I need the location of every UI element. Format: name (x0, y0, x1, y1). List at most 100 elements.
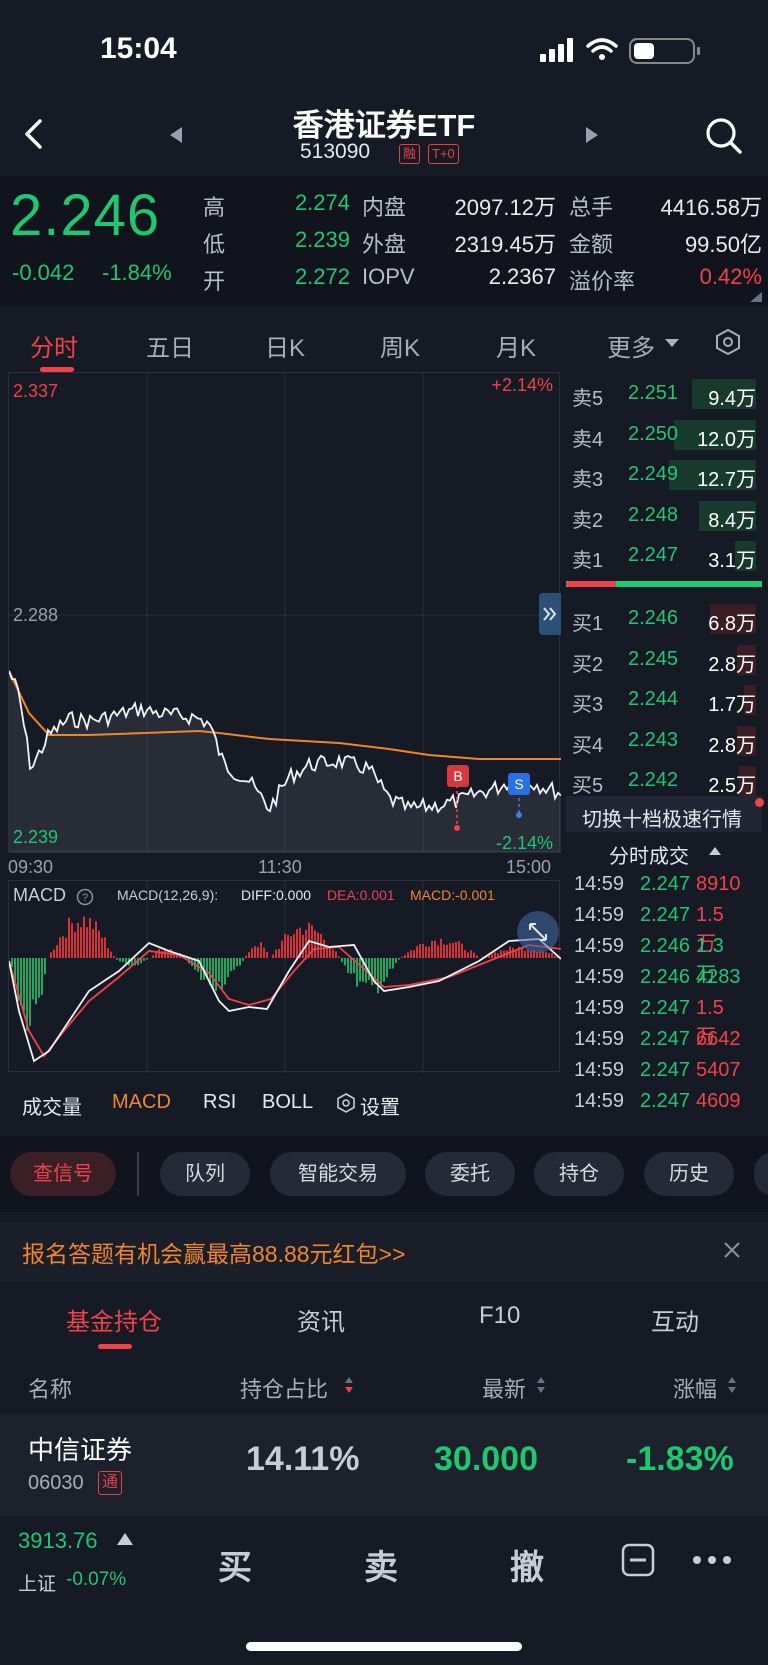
macd-histogram-bar (80, 927, 82, 958)
ask-row-3[interactable]: 卖3 2.249 12.7万 (572, 455, 762, 495)
macd-histogram-bar (281, 940, 283, 958)
bid-row-5[interactable]: 买5 2.242 2.5万 (572, 761, 762, 801)
more-icon[interactable] (692, 1550, 732, 1570)
x-mid-label: 11:30 (258, 857, 302, 877)
macd-histogram-bar (245, 955, 247, 958)
holding-row[interactable]: 中信证券 06030 通 14.11% 30.000 -1.83% (0, 1414, 768, 1516)
expand-orderbook-button[interactable] (539, 593, 561, 635)
level-label: 买5 (572, 775, 604, 797)
col-latest[interactable]: 最新 (482, 1372, 526, 1404)
macd-histogram-bar (212, 958, 214, 990)
macd-value: MACD:-0.001 (410, 887, 495, 903)
history-button[interactable]: 历史 (644, 1152, 734, 1196)
macd-histogram-bar (65, 937, 67, 958)
bid-row-2[interactable]: 买2 2.245 2.8万 (572, 640, 762, 680)
col-change[interactable]: 涨幅 (673, 1372, 717, 1404)
tab-f10[interactable]: F10 (479, 1302, 520, 1330)
home-indicator (246, 1642, 522, 1651)
indicator-macd[interactable]: MACD (112, 1091, 171, 1114)
indicator-rsi[interactable]: RSI (203, 1091, 236, 1114)
sell-signal-marker[interactable]: S (508, 773, 530, 795)
amount-value: 99.50亿 (684, 232, 762, 257)
fullscreen-button[interactable] (517, 911, 559, 953)
index-value[interactable]: 3913.76 (18, 1528, 98, 1554)
tab-fund-holdings[interactable]: 基金持仓 (66, 1302, 162, 1337)
expand-corner-icon[interactable] (750, 292, 762, 302)
bid-row-3[interactable]: 买3 2.244 1.7万 (572, 680, 762, 720)
macd-histogram-bar (119, 958, 121, 962)
level-label: 卖5 (572, 388, 604, 410)
macd-histogram-bar (35, 958, 37, 1005)
tab-news[interactable]: 资讯 (297, 1302, 345, 1337)
ask-row-2[interactable]: 卖2 2.248 8.4万 (572, 496, 762, 536)
ask-row-4[interactable]: 卖4 2.250 12.0万 (572, 415, 762, 455)
minimize-icon[interactable] (620, 1542, 656, 1578)
positions-button[interactable]: 持仓 (534, 1152, 624, 1196)
tab-five-day[interactable]: 五日 (146, 328, 194, 363)
macd-histogram-bar (413, 950, 415, 958)
indicator-volume[interactable]: 成交量 (22, 1091, 82, 1120)
next-stock-icon[interactable] (584, 126, 600, 144)
ask-row-5[interactable]: 卖5 2.251 9.4万 (572, 374, 762, 414)
ticks-title[interactable]: 分时成交 (609, 840, 689, 869)
smart-trade-button[interactable]: 智能交易 (270, 1152, 406, 1196)
iopv-value: 2.2367 (488, 264, 556, 289)
inner-label: 内盘 (362, 195, 407, 220)
macd-histogram-bar (248, 952, 250, 958)
macd-histogram-bar (218, 958, 220, 982)
promo-text[interactable]: 报名答题有机会赢最高88.88元红包>> (22, 1235, 405, 1269)
macd-histogram-bar (254, 946, 256, 958)
macd-histogram-bar (335, 951, 337, 958)
search-icon[interactable] (704, 116, 744, 156)
tab-more[interactable]: 更多 (607, 328, 655, 363)
macd-histogram-bar (122, 958, 124, 962)
col-ratio[interactable]: 持仓占比 (240, 1372, 328, 1404)
holding-tab-underline (98, 1344, 132, 1349)
tick-vol: 4609 (696, 1090, 741, 1112)
tick-price: 2.247 (640, 1028, 691, 1050)
volume-label: 总手 (569, 195, 614, 220)
macd-chart[interactable]: MACD ? MACD(12,26,9): DIFF:0.000 DEA:0.0… (8, 880, 561, 1073)
indicator-settings-icon[interactable] (336, 1093, 356, 1113)
bid-row-4[interactable]: 买4 2.243 2.8万 (572, 721, 762, 761)
bid-row-1[interactable]: 买1 2.246 6.8万 (572, 599, 762, 639)
price-change: -0.042 (12, 260, 75, 285)
tab-interaction[interactable]: 互动 (651, 1302, 699, 1337)
cancel-order-button[interactable]: 撤 (510, 1540, 544, 1589)
holding-name: 中信证券 (28, 1435, 133, 1465)
macd-histogram-bar (455, 941, 457, 958)
macd-histogram-bar (272, 954, 274, 958)
indicator-settings[interactable]: 设置 (360, 1091, 400, 1120)
low-value: 2.239 (294, 227, 350, 252)
battery-icon (629, 38, 700, 64)
help-icon[interactable]: ? (76, 888, 94, 906)
tick-price: 2.247 (640, 873, 691, 895)
buy-signal-marker[interactable]: B (447, 765, 469, 787)
level-volume: 2.8万 (708, 653, 756, 676)
buy-button[interactable]: 买 (218, 1540, 252, 1589)
sell-button[interactable]: 卖 (364, 1540, 398, 1589)
close-icon[interactable] (722, 1240, 742, 1260)
tab-weekly-k[interactable]: 周K (380, 328, 420, 363)
settings-hex-icon[interactable] (714, 328, 742, 356)
intraday-chart[interactable]: 2.337 +2.14% 2.288 2.239 -2.14% B S (8, 372, 561, 853)
macd-histogram-bar (257, 946, 259, 958)
macd-histogram-bar (377, 958, 379, 994)
macd-histogram-bar (398, 958, 400, 960)
indicator-boll[interactable]: BOLL (262, 1091, 313, 1114)
orders-button[interactable]: 委托 (425, 1152, 515, 1196)
macd-histogram-bar (440, 938, 442, 958)
macd-histogram-bar (41, 958, 43, 995)
signal-button[interactable]: 查信号 (10, 1152, 116, 1196)
tab-monthly-k[interactable]: 月K (496, 328, 536, 363)
macd-histogram-bar (221, 958, 223, 989)
queue-button[interactable]: 队列 (160, 1152, 250, 1196)
ask-row-1[interactable]: 卖1 2.247 3.1万 (572, 536, 762, 576)
macd-histogram-bar (314, 930, 316, 958)
macd-histogram-bar (419, 944, 421, 958)
tab-daily-k[interactable]: 日K (265, 328, 305, 363)
macd-histogram-bar (230, 958, 232, 972)
tab-intraday[interactable]: 分时 (30, 328, 78, 363)
switch-ten-level-button[interactable]: 切换十档极速行情 (566, 796, 764, 832)
high-label: 高 (203, 195, 226, 220)
